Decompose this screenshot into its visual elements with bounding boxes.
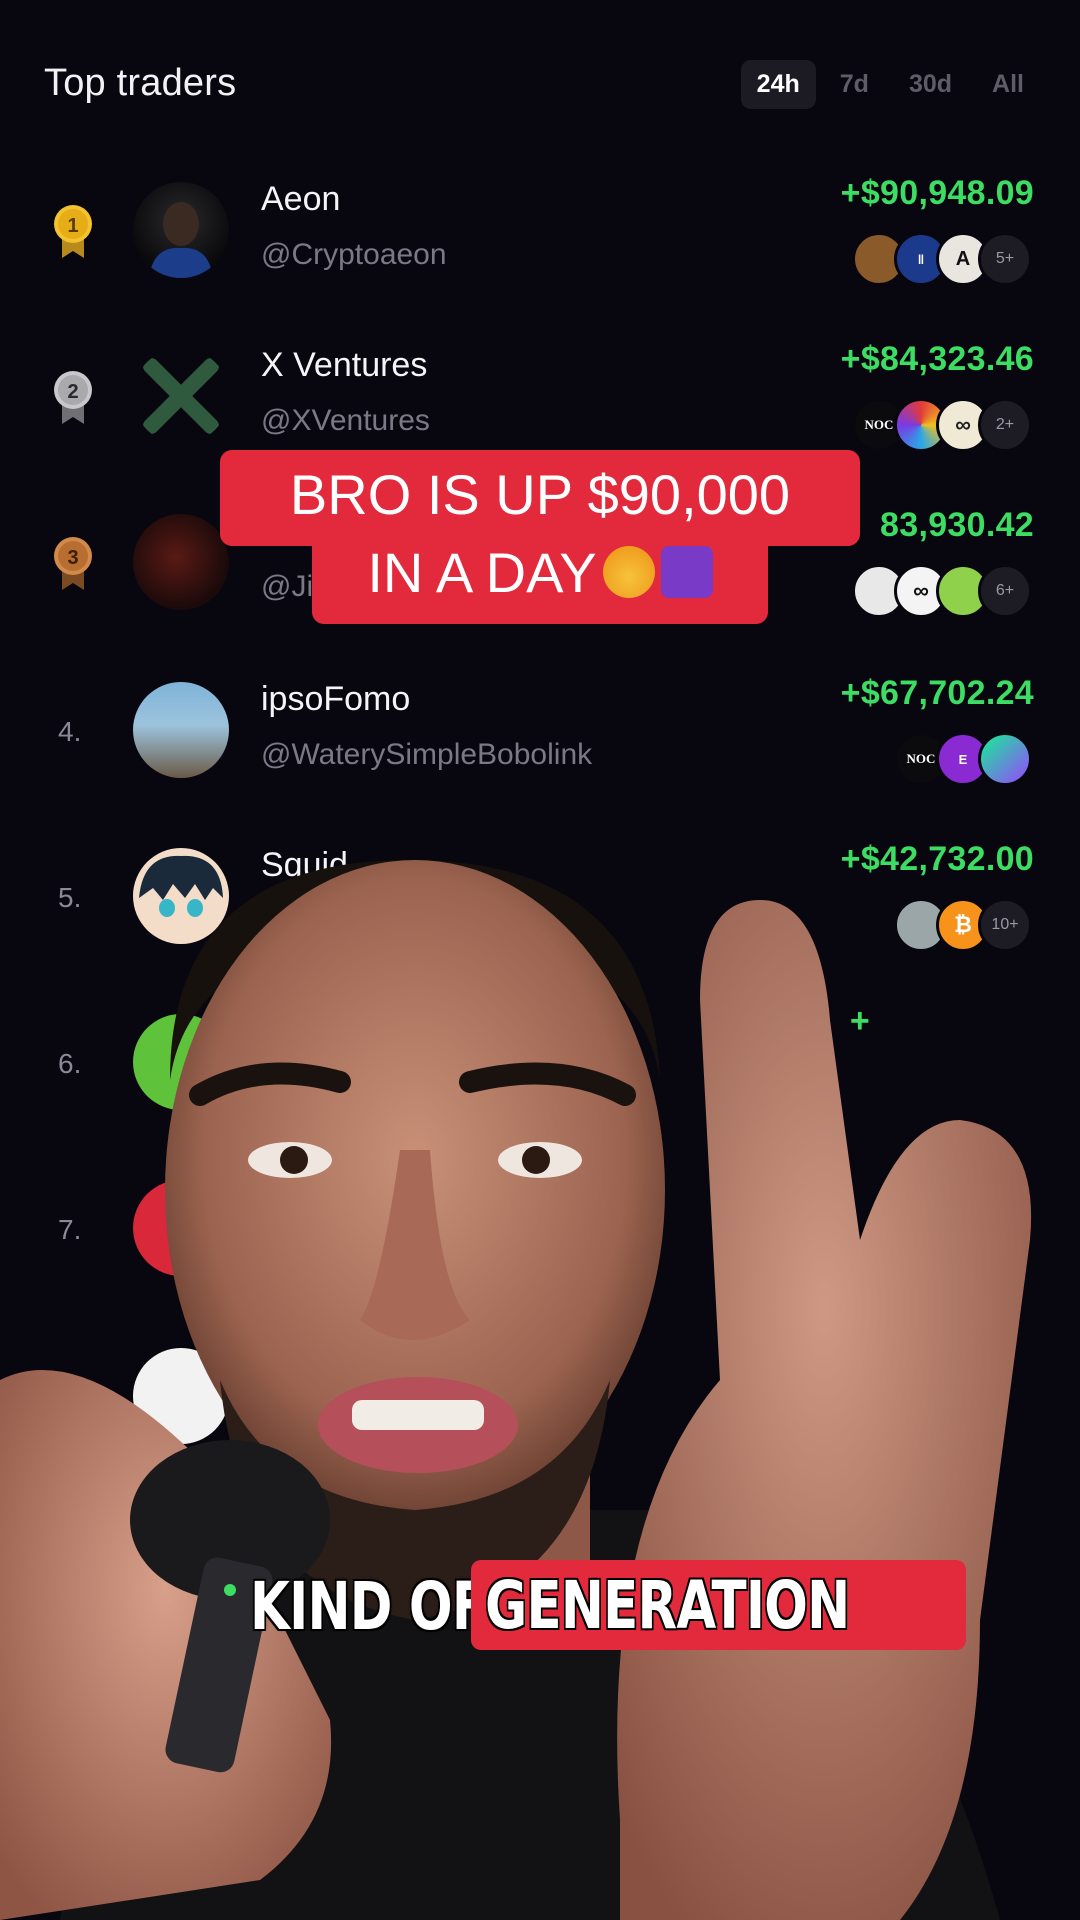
- token-stack: ‖ A 5+: [852, 232, 1032, 286]
- header: Top traders 24h 7d 30d All: [44, 60, 1040, 114]
- trader-row[interactable]: 1 Aeon @Cryptoaeon +$90,948.09 ‖ A 5+: [0, 170, 1080, 300]
- trader-row[interactable]: 4. ipsoFomo @WaterySimpleBobolink +$67,7…: [0, 670, 1080, 800]
- trader-name: Aeon: [261, 180, 341, 218]
- silver-medal-icon: 2: [54, 371, 92, 424]
- tab-7d[interactable]: 7d: [824, 60, 885, 109]
- page-title: Top traders: [44, 62, 237, 104]
- tab-all[interactable]: All: [976, 60, 1040, 109]
- trader-name: ipsoFomo: [261, 680, 411, 718]
- subtitle-word2: GENERATION: [485, 1566, 850, 1644]
- trader-handle: @Ji: [261, 570, 314, 603]
- more-tokens-badge[interactable]: 2+: [978, 398, 1032, 452]
- alien-monster-emoji-icon: [660, 546, 713, 598]
- trader-handle: @Cryptoaeon: [261, 238, 447, 271]
- avatar[interactable]: [133, 348, 229, 444]
- subtitle: KIND OF GENERATION: [250, 1560, 967, 1650]
- caption-line2-text: IN A DAY: [367, 541, 597, 604]
- avatar[interactable]: [133, 182, 229, 278]
- exploding-head-emoji-icon: [602, 546, 655, 598]
- gold-medal-icon: 1: [54, 205, 92, 258]
- tab-24h[interactable]: 24h: [740, 60, 816, 109]
- solana-token-icon: [978, 732, 1032, 786]
- trader-name: X Ventures: [261, 346, 428, 384]
- token-stack: ∞ 6+: [852, 564, 1032, 618]
- rank-number: 4.: [58, 716, 82, 747]
- subtitle-word1: KIND OF: [250, 1567, 487, 1645]
- trader-row[interactable]: 2 X Ventures @XVentures +$84,323.46 NOC …: [0, 336, 1080, 466]
- svg-text:2: 2: [67, 381, 78, 403]
- tab-30d[interactable]: 30d: [893, 60, 968, 109]
- trader-pnl: +$84,323.46: [840, 340, 1034, 378]
- avatar[interactable]: [133, 514, 229, 610]
- token-stack: NOC ∞ 2+: [852, 398, 1032, 452]
- timeframe-tabs: 24h 7d 30d All: [740, 60, 1040, 109]
- caption-line1: BRO IS UP $90,000: [289, 463, 791, 526]
- trader-handle: @XVentures: [261, 404, 430, 437]
- token-stack: NOC E: [894, 732, 1032, 786]
- trader-handle: @WaterySimpleBobolink: [261, 738, 593, 771]
- more-tokens-badge[interactable]: 5+: [978, 232, 1032, 286]
- caption-line2: IN A DAY: [312, 540, 768, 605]
- more-tokens-badge[interactable]: 6+: [978, 564, 1032, 618]
- trader-pnl: 83,930.42: [880, 506, 1034, 544]
- bronze-medal-icon: 3: [54, 537, 92, 590]
- creator-video-overlay: [0, 860, 1032, 1920]
- avatar[interactable]: [133, 682, 229, 778]
- trader-pnl: +$90,948.09: [840, 174, 1034, 212]
- trader-pnl: +$67,702.24: [840, 674, 1034, 712]
- svg-text:1: 1: [67, 215, 78, 237]
- subtitle-highlight: GENERATION: [471, 1560, 967, 1650]
- svg-text:3: 3: [67, 547, 78, 569]
